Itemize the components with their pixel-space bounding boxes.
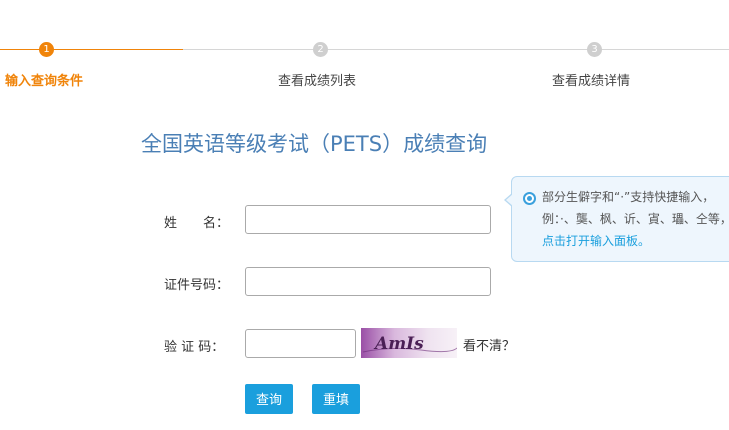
captcha-label: 验 证 码： xyxy=(164,340,225,355)
page-title: 全国英语等级考试（PETS）成绩查询 xyxy=(141,132,488,156)
captcha-image[interactable]: AmIs xyxy=(361,328,457,358)
tip-message: 部分生僻字和“·”支持快捷输入，例：·、龑、枫、䜣、寊、瓃、仝等， xyxy=(542,190,729,226)
id-number-input[interactable] xyxy=(245,267,491,296)
tip-arrow-inner xyxy=(506,194,513,206)
progress-steps: 1 输入查询条件 2 查看成绩列表 3 查看成绩详情 xyxy=(0,40,729,90)
captcha-text: AmIs xyxy=(373,334,424,354)
captcha-input[interactable] xyxy=(245,329,356,358)
step-3-dot: 3 xyxy=(587,42,602,57)
step-1-label: 输入查询条件 xyxy=(5,74,84,89)
step-2-label: 查看成绩列表 xyxy=(278,74,357,89)
step-1-dot: 1 xyxy=(39,42,54,57)
name-input[interactable] xyxy=(245,205,491,234)
refresh-captcha-link[interactable]: 看不清？ xyxy=(463,335,515,354)
query-button[interactable]: 查询 xyxy=(245,384,293,414)
info-radio-icon xyxy=(523,192,536,205)
name-label: 姓 名： xyxy=(164,216,230,231)
open-input-panel-link[interactable]: 点击打开输入面板。 xyxy=(542,234,650,248)
reset-button[interactable]: 重填 xyxy=(312,384,360,414)
progress-line-active xyxy=(0,49,183,50)
input-tip-box: 部分生僻字和“·”支持快捷输入，例：·、龑、枫、䜣、寊、瓃、仝等， 点击打开输入面… xyxy=(504,176,729,262)
step-3-label: 查看成绩详情 xyxy=(552,74,631,89)
step-2-dot: 2 xyxy=(313,42,328,57)
tip-text: 部分生僻字和“·”支持快捷输入，例：·、龑、枫、䜣、寊、瓃、仝等， 点击打开输入面… xyxy=(542,186,729,252)
progress-line-inactive xyxy=(183,49,729,50)
id-number-label: 证件号码： xyxy=(164,278,230,293)
